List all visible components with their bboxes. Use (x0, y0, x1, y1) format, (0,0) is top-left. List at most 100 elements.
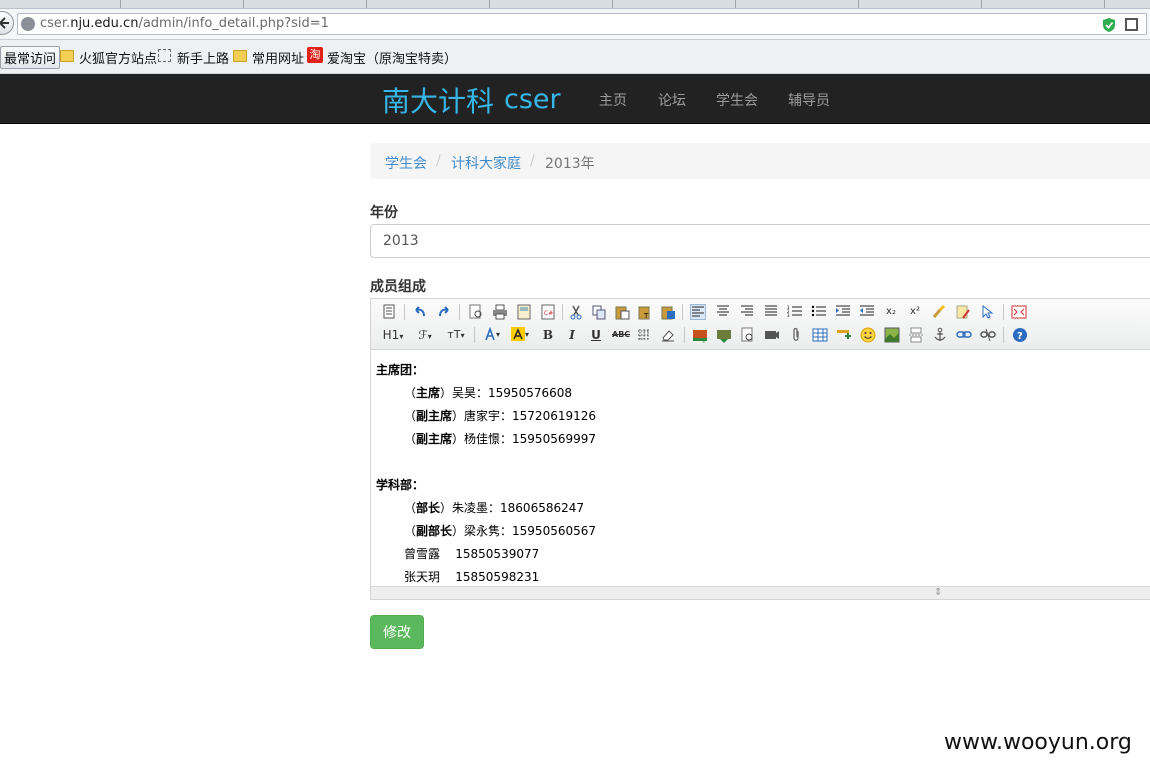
copy-icon[interactable] (591, 304, 607, 320)
breadcrumb-active-year: 2013年 (545, 156, 595, 172)
template-icon[interactable] (516, 304, 532, 320)
bookmark-most-visited[interactable]: 最常访问 (0, 46, 61, 69)
font-family-dropdown[interactable]: ℱ▾ (413, 327, 437, 343)
format-brush-icon[interactable] (931, 304, 947, 320)
align-justify-icon[interactable] (763, 304, 779, 320)
paste-icon[interactable] (614, 304, 630, 320)
italic-button[interactable]: I (564, 327, 580, 343)
heading-dropdown[interactable]: H1▾ (380, 327, 406, 343)
insert-table-icon[interactable] (812, 327, 828, 343)
font-size-icon: тT (447, 328, 461, 341)
code-icon[interactable]: C# (540, 304, 556, 320)
paste-text-icon[interactable]: T (637, 304, 653, 320)
qr-code-icon[interactable] (1125, 18, 1138, 31)
folder-icon (60, 50, 74, 62)
bookmark-getting-started[interactable]: 新手上路 (177, 48, 229, 67)
member-line: 张天玥 15850598231 (404, 570, 540, 584)
align-center-icon[interactable] (715, 304, 731, 320)
superscript-icon[interactable]: x² (907, 304, 923, 320)
bookmarks-bar: 最常访问 火狐官方站点 新手上路 常用网址 淘 爱淘宝（原淘宝特卖） (0, 40, 1150, 74)
indent-icon[interactable] (835, 304, 851, 320)
insert-multi-image-icon[interactable] (716, 327, 732, 343)
border-icon[interactable] (636, 327, 652, 343)
taobao-icon: 淘 (307, 47, 323, 63)
insert-video-icon[interactable] (764, 327, 780, 343)
breadcrumb-separator: / (530, 153, 535, 169)
editor-resize-handle[interactable]: ⇕ (371, 586, 1150, 599)
svg-text:?: ? (1017, 331, 1023, 342)
clear-format-icon[interactable] (955, 304, 971, 320)
nav-link-counselor[interactable]: 辅导员 (788, 90, 830, 110)
anchor-icon[interactable] (932, 327, 948, 343)
link-icon[interactable] (956, 327, 972, 343)
unlink-icon[interactable] (980, 327, 996, 343)
nav-link-student-union[interactable]: 学生会 (716, 90, 758, 110)
year-input[interactable] (370, 224, 1150, 258)
preview-icon[interactable] (468, 304, 484, 320)
watermark: www.wooyun.org (944, 730, 1132, 755)
url-text: cser.nju.edu.cn/admin/info_detail.php?si… (40, 16, 329, 31)
nav-link-home[interactable]: 主页 (599, 90, 627, 110)
svg-text:3: 3 (787, 313, 790, 318)
image-gallery-icon[interactable] (884, 327, 900, 343)
svg-text:C#: C# (544, 310, 553, 317)
cut-icon[interactable] (568, 304, 584, 320)
page-icon (158, 49, 171, 62)
align-left-icon[interactable] (690, 304, 706, 320)
back-button[interactable] (0, 11, 14, 35)
font-color-icon (485, 326, 495, 341)
strikethrough-button[interactable]: ABC (612, 327, 630, 343)
highlight-icon (513, 328, 523, 340)
font-color-dropdown[interactable]: ▾ (481, 326, 503, 343)
select-all-icon[interactable] (979, 304, 995, 320)
print-icon[interactable] (492, 304, 508, 320)
fullscreen-icon[interactable] (1011, 304, 1027, 320)
breadcrumb-cs-family[interactable]: 计科大家庭 (451, 153, 521, 173)
heading-label: H1 (382, 328, 400, 342)
member-line: （副主席）唐家宇：15720619126 (404, 409, 597, 423)
resize-grip-icon: ⇕ (934, 587, 943, 598)
browser-tab-strip[interactable] (0, 0, 1150, 9)
breadcrumb: 学生会 / 计科大家庭 / 2013年 (370, 143, 1150, 179)
paste-word-icon[interactable] (660, 304, 676, 320)
nav-link-forum[interactable]: 论坛 (658, 90, 686, 110)
redo-icon[interactable] (436, 304, 452, 320)
ordered-list-icon[interactable]: 123 (787, 304, 803, 320)
bookmark-ai-taobao[interactable]: 爱淘宝（原淘宝特卖） (327, 48, 457, 67)
source-icon[interactable] (381, 304, 397, 320)
insert-image-icon[interactable]: + (692, 327, 708, 345)
brand-logo[interactable]: 南大计科 cser (382, 80, 561, 120)
bookmark-firefox-official[interactable]: 火狐官方站点 (79, 48, 157, 67)
help-icon[interactable]: ? (1012, 327, 1028, 343)
unordered-list-icon[interactable] (811, 304, 827, 320)
undo-icon[interactable] (412, 304, 428, 320)
search-replace-icon[interactable] (740, 327, 756, 343)
page-break-icon[interactable] (908, 327, 924, 343)
section-title: 学科部： (376, 478, 425, 492)
emoticon-icon[interactable] (860, 327, 876, 343)
globe-icon (21, 17, 35, 31)
eraser-icon[interactable] (660, 327, 676, 343)
background-color-dropdown[interactable]: ▾ (509, 327, 531, 343)
members-label: 成员组成 (370, 279, 426, 295)
bookmark-common-sites[interactable]: 常用网址 (252, 48, 304, 67)
underline-button[interactable]: U (588, 327, 604, 343)
member-line: （部长）朱凌墨：18606586247 (404, 501, 585, 515)
insert-row-icon[interactable] (836, 327, 852, 343)
breadcrumb-student-union[interactable]: 学生会 (385, 153, 427, 173)
editor-toolbar: C# T 123 x₂ x² H1▾ ℱ▾ тT▾ ▾ ▾ B I U ABC (371, 299, 1150, 350)
subscript-icon[interactable]: x₂ (883, 304, 899, 320)
font-family-icon: ℱ (418, 328, 428, 342)
member-line: （副部长）梁永隽：15950560567 (404, 524, 597, 538)
bold-button[interactable]: B (540, 327, 556, 343)
shield-icon[interactable] (1102, 17, 1116, 33)
align-right-icon[interactable] (739, 304, 755, 320)
year-label: 年份 (370, 205, 398, 221)
site-navbar: 南大计科 cser 主页 论坛 学生会 辅导员 (0, 74, 1150, 124)
attachment-icon[interactable] (788, 327, 804, 343)
outdent-icon[interactable] (859, 304, 875, 320)
editor-content[interactable]: 主席团： （主席）吴昊：15950576608 （副主席）唐家宇：1572061… (371, 350, 1150, 586)
submit-button[interactable]: 修改 (370, 615, 424, 649)
address-field[interactable]: cser.nju.edu.cn/admin/info_detail.php?si… (17, 13, 1147, 35)
font-size-dropdown[interactable]: тT▾ (443, 327, 469, 343)
